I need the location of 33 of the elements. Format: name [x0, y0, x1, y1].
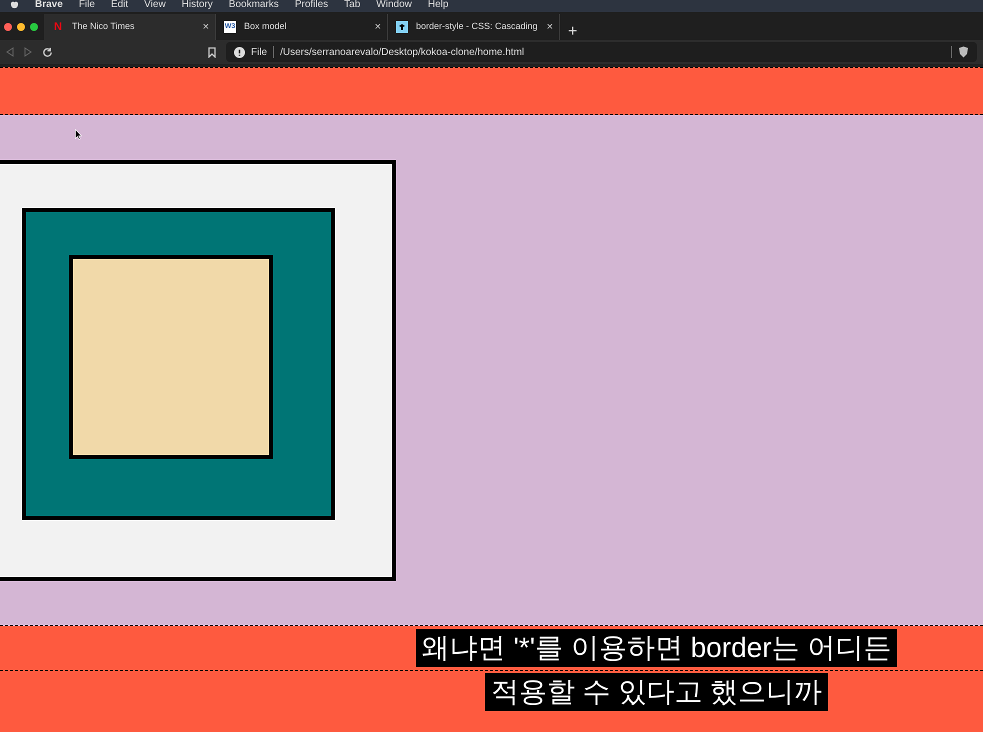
menu-item[interactable]: Profiles [294, 0, 328, 10]
reload-icon[interactable] [42, 46, 53, 58]
menu-item[interactable]: File [78, 0, 95, 10]
minimize-light-icon[interactable] [17, 23, 25, 31]
new-tab-button[interactable]: + [560, 24, 586, 40]
url-text: /Users/serranoarevalo/Desktop/kokoa-clone/home.html [280, 46, 524, 60]
close-light-icon[interactable] [4, 23, 12, 31]
menu-item[interactable]: View [144, 0, 166, 10]
tab-title: border-style - CSS: Cascading [416, 20, 539, 34]
menu-item[interactable]: Window [376, 0, 412, 10]
mouse-pointer-icon [75, 129, 82, 140]
netflix-logo-icon: N [52, 21, 64, 33]
forward-icon[interactable] [24, 47, 32, 57]
info-icon [234, 46, 245, 58]
menu-item[interactable]: Tab [344, 0, 360, 10]
scheme-label: File [251, 46, 268, 60]
dinosaur-logo-icon [396, 21, 408, 33]
address-bar[interactable]: File /Users/serranoarevalo/Desktop/kokoa-clone/home.html [226, 42, 977, 62]
back-icon[interactable] [6, 47, 14, 57]
shield-icon[interactable] [958, 46, 969, 58]
menu-item[interactable]: Edit [110, 0, 128, 10]
zoom-light-icon[interactable] [30, 23, 38, 31]
tab-title: Box model [244, 20, 288, 34]
subtitle-caption: 왜냐면 '*'를 이용하면 border는 어디든 [416, 629, 898, 667]
bookmark-icon[interactable] [208, 46, 216, 58]
menu-item[interactable]: Bookmarks [228, 0, 279, 10]
subtitle-caption: 적용할 수 있다고 했으니까 [484, 673, 828, 711]
apple-logo-icon[interactable] [10, 0, 19, 9]
menu-item[interactable]: History [182, 0, 213, 10]
browser-tab[interactable]: N The Nico Times × [44, 14, 216, 40]
tab-title: The Nico Times [72, 20, 136, 34]
menu-item[interactable]: Help [428, 0, 448, 10]
app-menu[interactable]: Brave [35, 0, 63, 10]
